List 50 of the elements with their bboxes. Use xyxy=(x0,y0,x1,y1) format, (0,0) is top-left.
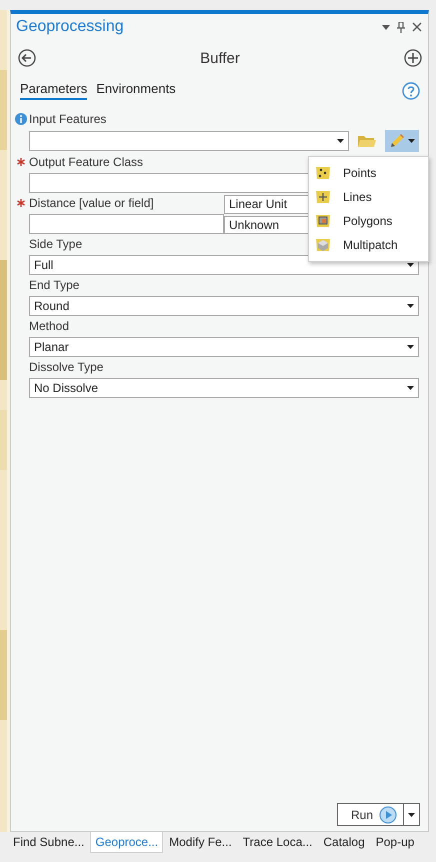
parameter-label: Dissolve Type xyxy=(29,360,104,374)
pane-tab[interactable]: Trace Loca... xyxy=(238,832,318,853)
input-features-field[interactable] xyxy=(29,131,349,151)
pane-tab[interactable]: Find Subne... xyxy=(8,832,90,853)
pencil-button[interactable] xyxy=(385,130,419,152)
pin-icon[interactable] xyxy=(397,22,405,32)
parameter-label: Output Feature Class xyxy=(29,155,144,169)
parameter-label: End Type xyxy=(29,278,80,292)
dropdown-icon[interactable] xyxy=(382,24,390,30)
points-icon xyxy=(315,166,331,180)
parameter-label: Input Features xyxy=(29,112,106,126)
caret-icon xyxy=(407,386,414,390)
menu-item[interactable]: Lines xyxy=(309,185,428,209)
menu-item[interactable]: Points xyxy=(309,161,428,185)
tool-title: Buffer xyxy=(200,50,240,66)
parameter-label: Side Type xyxy=(29,237,82,251)
info-icon[interactable] xyxy=(15,113,27,125)
caret-icon xyxy=(408,139,415,143)
pane-title: Geoprocessing xyxy=(16,18,124,36)
dropdown[interactable]: Round xyxy=(29,296,419,316)
pane-tab[interactable]: Pop-up xyxy=(370,832,420,853)
caret-icon xyxy=(408,812,415,816)
dropdown[interactable]: No Dissolve xyxy=(29,378,419,398)
back-icon[interactable] xyxy=(18,49,36,67)
run-button[interactable]: Run xyxy=(336,803,404,826)
pane-tab[interactable]: Geoproce... xyxy=(90,832,164,853)
dropdown[interactable]: Planar xyxy=(29,337,419,357)
pencil-icon xyxy=(389,133,405,149)
dropdown[interactable]: Full xyxy=(29,255,419,275)
parameter-label: Method xyxy=(29,319,70,333)
caret-icon xyxy=(337,139,344,143)
close-icon[interactable] xyxy=(412,22,422,32)
caret-icon xyxy=(407,304,414,308)
pane-tab[interactable]: Catalog xyxy=(318,832,370,853)
run-options-button[interactable] xyxy=(404,803,420,826)
parameter-label: Distance [value or field] xyxy=(29,196,154,210)
cube-icon xyxy=(315,238,331,252)
distance-field[interactable] xyxy=(29,214,224,234)
caret-icon xyxy=(407,345,414,349)
add-icon[interactable] xyxy=(404,49,422,67)
polygon-icon xyxy=(315,214,331,228)
folder-icon xyxy=(358,134,376,148)
lines-icon xyxy=(315,190,331,204)
play-icon xyxy=(379,806,397,824)
tab[interactable]: Environments xyxy=(96,81,176,100)
help-icon[interactable] xyxy=(402,82,420,100)
tab[interactable]: Parameters xyxy=(20,81,88,100)
menu-item[interactable]: Polygons xyxy=(309,209,428,233)
menu-item[interactable]: Multipatch xyxy=(309,233,428,257)
pane-tab[interactable]: Modify Fe... xyxy=(164,832,237,853)
